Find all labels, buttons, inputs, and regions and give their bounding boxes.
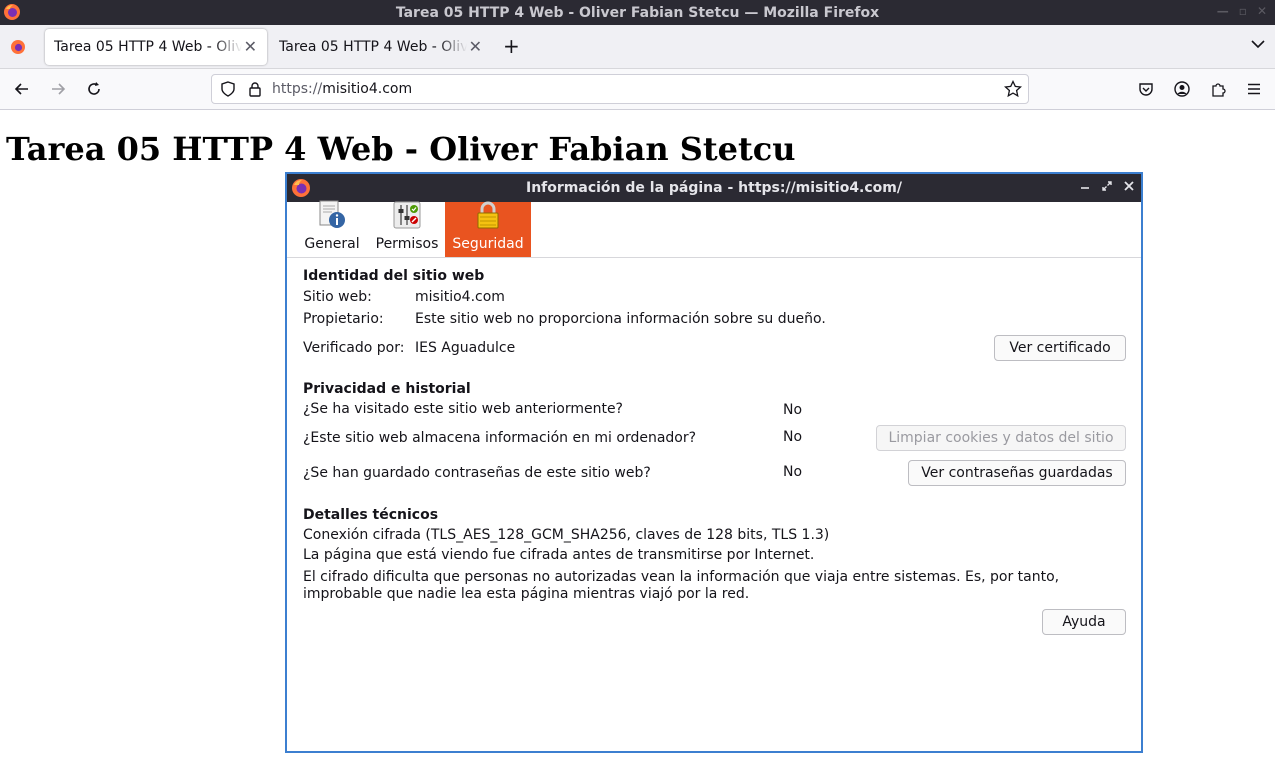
forward-arrow-icon[interactable] bbox=[48, 79, 68, 99]
connection-details: Conexión cifrada (TLS_AES_128_GCM_SHA256… bbox=[303, 527, 830, 543]
tab-permisos[interactable]: Permisos bbox=[373, 200, 441, 257]
back-arrow-icon[interactable] bbox=[12, 79, 32, 99]
tab-general[interactable]: General bbox=[303, 200, 361, 257]
visited-answer: No bbox=[783, 402, 803, 418]
tab-active[interactable]: Tarea 05 HTTP 4 Web - Oliver Fabian Stet… bbox=[45, 29, 267, 65]
help-button[interactable]: Ayuda bbox=[1042, 609, 1126, 635]
view-certificate-button[interactable]: Ver certificado bbox=[994, 335, 1126, 361]
dialog-title: Información de la página - https://misit… bbox=[526, 180, 902, 196]
padlock-icon[interactable] bbox=[247, 81, 263, 101]
dialog-close-icon[interactable] bbox=[1123, 180, 1135, 196]
clear-cookies-button[interactable]: Limpiar cookies y datos del sitio bbox=[876, 425, 1126, 451]
new-tab-plus-icon[interactable]: + bbox=[503, 34, 520, 58]
website-label: Sitio web: bbox=[303, 289, 372, 305]
url-host: misitio4.com bbox=[322, 81, 413, 97]
dialog-titlebar: Información de la página - https://misit… bbox=[287, 174, 1141, 202]
stores-data-answer: No bbox=[783, 429, 803, 445]
hamburger-menu-icon[interactable] bbox=[1244, 79, 1264, 99]
lock-icon bbox=[473, 200, 503, 234]
page-info-dialog: Información de la página - https://misit… bbox=[285, 172, 1143, 753]
tracking-protection-shield-icon[interactable] bbox=[220, 81, 236, 101]
tab-seguridad-label: Seguridad bbox=[452, 236, 524, 252]
tab-inactive[interactable]: Tarea 05 HTTP 4 Web - Oliver Fabian Stet… bbox=[270, 29, 492, 65]
maximize-icon[interactable]: ▫ bbox=[1239, 4, 1247, 18]
identity-section-title: Identidad del sitio web bbox=[303, 268, 485, 284]
tab-permisos-label: Permisos bbox=[375, 236, 439, 252]
visited-question: ¿Se ha visitado este sitio web anteriorm… bbox=[303, 401, 623, 417]
url-scheme: https:// bbox=[272, 81, 323, 97]
firefox-logo-icon bbox=[291, 178, 311, 202]
minimize-icon[interactable]: — bbox=[1217, 4, 1229, 18]
permissions-icon bbox=[392, 200, 422, 234]
pocket-icon[interactable] bbox=[1136, 79, 1156, 99]
owner-label: Propietario: bbox=[303, 311, 384, 327]
owner-value: Este sitio web no proporciona informació… bbox=[415, 311, 826, 327]
url-bar[interactable]: https://misitio4.com bbox=[211, 74, 1029, 104]
extensions-puzzle-icon[interactable] bbox=[1208, 79, 1228, 99]
privacy-section-title: Privacidad e historial bbox=[303, 381, 471, 397]
encryption-note: La página que está viendo fue cifrada an… bbox=[303, 547, 815, 563]
firefox-view-icon[interactable] bbox=[10, 39, 26, 59]
bookmark-star-icon[interactable] bbox=[1003, 79, 1023, 102]
verified-by-label: Verificado por: bbox=[303, 340, 405, 356]
stores-data-question: ¿Este sitio web almacena información en … bbox=[303, 430, 697, 446]
tab-close-icon[interactable]: ✕ bbox=[469, 37, 482, 56]
window-title: Tarea 05 HTTP 4 Web - Oliver Fabian Stet… bbox=[395, 4, 880, 21]
tab-strip: Tarea 05 HTTP 4 Web - Oliver Fabian Stet… bbox=[0, 25, 1275, 69]
tab-title: Tarea 05 HTTP 4 Web - Oliver Fabian Stet… bbox=[279, 39, 467, 55]
passwords-answer: No bbox=[783, 464, 803, 480]
tab-title: Tarea 05 HTTP 4 Web - Oliver Fabian Stet… bbox=[54, 39, 242, 55]
tab-seguridad[interactable]: Seguridad bbox=[445, 200, 531, 257]
close-icon[interactable]: ✕ bbox=[1257, 4, 1267, 18]
view-saved-passwords-button[interactable]: Ver contraseñas guardadas bbox=[908, 460, 1126, 486]
dialog-maximize-icon[interactable] bbox=[1101, 180, 1113, 196]
dialog-minimize-icon[interactable] bbox=[1079, 180, 1091, 196]
website-value: misitio4.com bbox=[415, 289, 505, 305]
tab-general-label: General bbox=[304, 236, 360, 252]
reload-icon[interactable] bbox=[84, 79, 104, 99]
chevron-down-icon[interactable] bbox=[1251, 37, 1265, 53]
url-text[interactable]: https://misitio4.com bbox=[272, 81, 412, 97]
window-titlebar: Tarea 05 HTTP 4 Web - Oliver Fabian Stet… bbox=[0, 0, 1275, 25]
dialog-pane-tabs: General Permisos Seguridad bbox=[287, 200, 1141, 258]
tab-close-icon[interactable]: ✕ bbox=[244, 37, 257, 56]
encryption-explanation: El cifrado dificulta que personas no aut… bbox=[303, 569, 1060, 602]
firefox-logo-icon bbox=[3, 3, 21, 25]
navigation-toolbar: https://misitio4.com bbox=[0, 69, 1275, 110]
info-page-icon bbox=[317, 200, 347, 234]
page-heading: Tarea 05 HTTP 4 Web - Oliver Fabian Stet… bbox=[6, 130, 796, 168]
technical-section-title: Detalles técnicos bbox=[303, 507, 439, 523]
verified-by-value: IES Aguadulce bbox=[415, 340, 516, 356]
passwords-question: ¿Se han guardado contraseñas de este sit… bbox=[303, 465, 651, 481]
account-icon[interactable] bbox=[1172, 79, 1192, 99]
